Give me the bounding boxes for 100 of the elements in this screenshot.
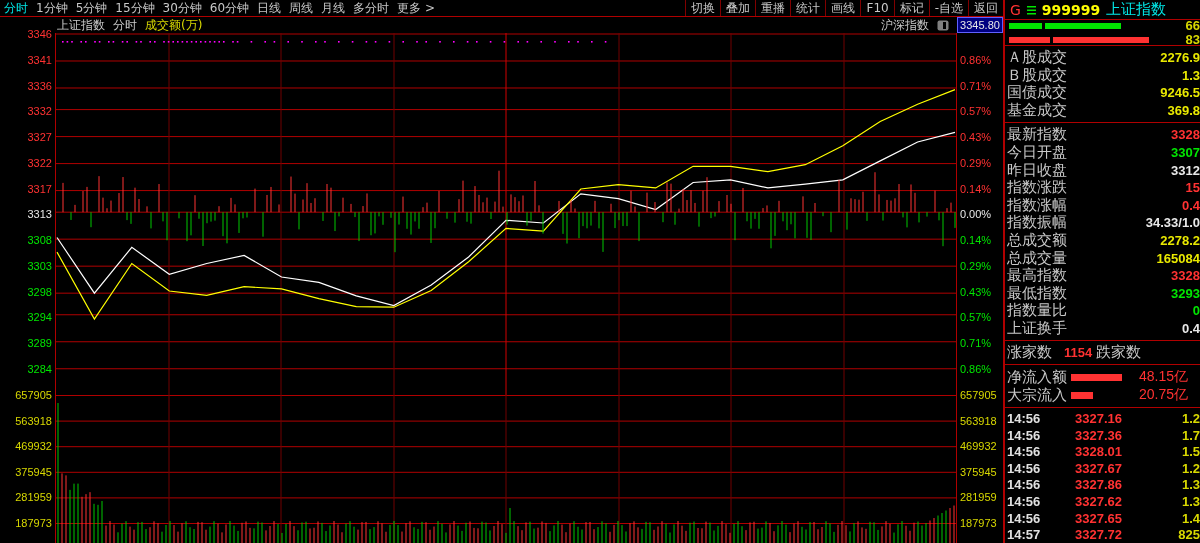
toolbar-button[interactable]: 叠加 — [720, 0, 756, 16]
period-tab[interactable]: 30分钟 — [158, 0, 206, 16]
period-tab[interactable]: 1分钟 — [32, 0, 72, 16]
toolbar-button[interactable]: 切换 — [685, 0, 721, 16]
toolbar-button[interactable]: 标记 — [893, 0, 929, 16]
percent-axis-label: 0.86% — [959, 53, 992, 68]
period-tab[interactable]: 多分时 — [349, 0, 394, 16]
percent-axis-label: 0.43% — [959, 285, 992, 300]
strength-value: 66 — [1185, 18, 1200, 34]
price-axis-label: 3341 — [27, 53, 52, 68]
period-tab[interactable]: 15分钟 — [111, 0, 159, 16]
volume-axis-label: 375945 — [15, 465, 52, 480]
tick-price: 3327.86 — [1075, 477, 1123, 493]
stat-label: 指数涨幅 — [1007, 195, 1067, 214]
flow-bar — [1071, 373, 1122, 381]
stat-label: 指数涨跌 — [1007, 178, 1067, 197]
stock-code: 999999 — [1041, 1, 1101, 18]
flow-value: 48.15亿 — [1139, 368, 1189, 387]
percent-axis-label: 0.43% — [959, 131, 992, 145]
stat-value: 34.33/1.0 — [1145, 215, 1200, 231]
stat-value: 9246.5 — [1160, 85, 1200, 101]
toolbar-button[interactable]: 重播 — [755, 0, 791, 16]
tick-volume: 825 — [1178, 527, 1200, 543]
percent-axis-label: 0.29% — [959, 259, 992, 274]
tick-time: 14:56 — [1007, 494, 1042, 509]
stat-value: 2276.9 — [1160, 50, 1200, 66]
flow-label: 净流入额 — [1007, 367, 1067, 387]
toggle-icon[interactable] — [937, 19, 949, 31]
tick-price: 3327.72 — [1075, 527, 1123, 543]
price-axis-label: 3284 — [27, 362, 52, 377]
volume-axis-label: 563918 — [959, 414, 997, 429]
percent-axis-label: 0.86% — [959, 362, 992, 377]
price-axis-label: 3327 — [27, 131, 52, 145]
tick-volume: 1.3 — [1181, 494, 1200, 509]
tick-volume: 1.2 — [1181, 460, 1200, 476]
volume-axis-label: 657905 — [959, 389, 997, 403]
tick-price: 3327.62 — [1075, 494, 1123, 509]
volume-axis-label: 281959 — [15, 491, 52, 506]
tick-time: 14:56 — [1007, 477, 1042, 493]
stat-value: 3328 — [1171, 268, 1200, 284]
stat-value: 0 — [1192, 303, 1200, 319]
tick-time: 14:56 — [1007, 460, 1042, 476]
period-tab[interactable]: 更多 > — [393, 0, 439, 16]
tick-time: 14:56 — [1007, 510, 1042, 526]
tick-time: 14:56 — [1007, 411, 1042, 427]
tick-volume: 1.4 — [1181, 510, 1200, 526]
stat-label: 总成交额 — [1007, 231, 1067, 250]
toolbar-button[interactable]: 统计 — [790, 0, 826, 16]
market-code: G — [1010, 1, 1021, 18]
period-tab[interactable]: 月线 — [317, 0, 350, 16]
stat-label: 最高指数 — [1007, 266, 1067, 285]
price-axis-label: 3332 — [27, 105, 52, 120]
tick-time: 14:56 — [1007, 427, 1042, 443]
toolbar-button[interactable]: F10 — [860, 0, 894, 16]
stat-value: 2278.2 — [1160, 233, 1200, 248]
price-axis-label: 3336 — [27, 79, 52, 94]
flow-value: 20.75亿 — [1139, 386, 1189, 405]
price-axis-label: 3294 — [27, 311, 52, 326]
period-tab[interactable]: 分时 — [0, 0, 32, 16]
price-axis-label: 3317 — [27, 182, 52, 197]
toolbar-button[interactable]: -自选 — [928, 0, 968, 16]
stat-label: 国债成交 — [1007, 83, 1067, 102]
toolbar-button[interactable]: 画线 — [825, 0, 861, 16]
stat-value: 369.8 — [1167, 102, 1200, 118]
percent-axis-label: 0.57% — [959, 105, 992, 120]
chart-title: 上证指数 — [57, 16, 105, 34]
percent-axis-label: 0.71% — [959, 337, 992, 351]
stat-value: 0.4 — [1181, 197, 1200, 213]
volume-axis-label: 563918 — [15, 414, 52, 429]
volume-axis-label: 375945 — [959, 465, 997, 480]
tick-time: 14:57 — [1007, 527, 1042, 543]
advancers-count: 1154 — [1064, 345, 1093, 361]
tick-price: 3327.67 — [1075, 460, 1123, 476]
stat-label: 最新指数 — [1007, 125, 1067, 145]
stat-value: 1.3 — [1181, 67, 1200, 83]
toolbar-button[interactable]: 返回 — [968, 0, 1003, 16]
period-tab[interactable]: 日线 — [253, 0, 286, 16]
price-axis-label: 3303 — [27, 259, 52, 274]
stat-label: 昨日收盘 — [1007, 160, 1067, 179]
menu-icon[interactable] — [1026, 4, 1036, 15]
stat-value: 3312 — [1171, 162, 1200, 178]
stat-label: 基金成交 — [1007, 100, 1067, 120]
stock-name: 上证指数 — [1106, 0, 1167, 19]
indicator-label: 成交额(万) — [145, 16, 203, 34]
period-tab[interactable]: 周线 — [285, 0, 318, 16]
period-tab[interactable]: 60分钟 — [205, 0, 254, 16]
volume-axis-label: 187973 — [959, 516, 997, 531]
percent-axis-label: 0.71% — [959, 79, 992, 94]
stat-label: Ａ股成交 — [1007, 48, 1067, 67]
stat-value: 3293 — [1171, 285, 1200, 301]
volume-axis-label: 657905 — [15, 389, 52, 403]
tick-volume: 1.7 — [1181, 427, 1200, 443]
stat-label: 最低指数 — [1007, 283, 1067, 302]
stat-value: 3328 — [1171, 127, 1200, 143]
percent-axis-label: 0.14% — [959, 182, 992, 197]
price-axis-label: 3322 — [27, 156, 52, 171]
stat-value: 165084 — [1156, 250, 1200, 266]
period-tab[interactable]: 5分钟 — [71, 0, 112, 16]
tick-price: 3327.36 — [1075, 427, 1123, 443]
stat-value: 3307 — [1171, 145, 1200, 160]
